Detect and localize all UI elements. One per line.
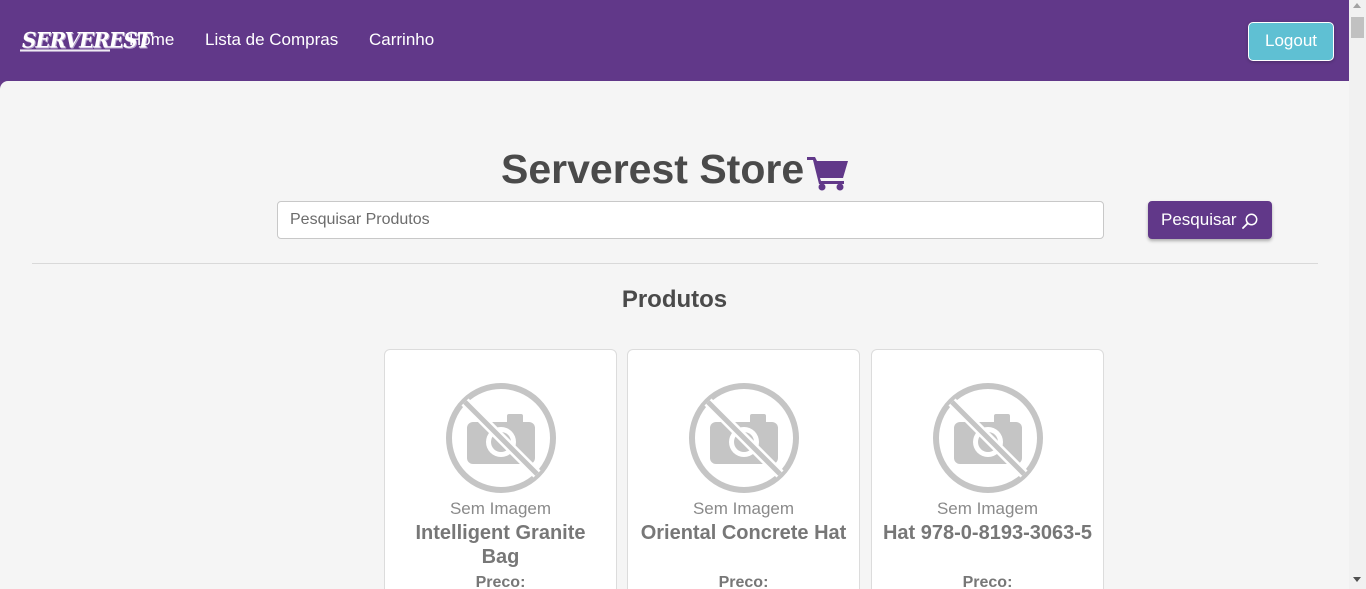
- product-name: Oriental Concrete Hat: [640, 522, 847, 544]
- nav-link-lista-de-compras[interactable]: Lista de Compras: [205, 30, 338, 50]
- search-input[interactable]: [277, 201, 1104, 239]
- no-image-label: Sem Imagem: [936, 499, 1039, 518]
- search-button[interactable]: Pesquisar: [1148, 201, 1272, 239]
- no-image-icon: [933, 383, 1043, 493]
- nav-link-home[interactable]: Home: [129, 30, 174, 50]
- product-name: Hat 978-0-8193-3063-5: [882, 522, 1093, 544]
- no-image-label: Sem Imagem: [692, 499, 795, 518]
- page-title: Serverest Store: [501, 146, 805, 192]
- product-card[interactable]: Sem Imagem Hat 978-0-8193-3063-5 Preco:: [871, 349, 1104, 589]
- product-card[interactable]: Sem Imagem Oriental Concrete Hat Preco:: [627, 349, 860, 589]
- vertical-scrollbar[interactable]: [1349, 0, 1366, 589]
- product-price-label: Preco:: [718, 574, 769, 589]
- scroll-thumb[interactable]: [1351, 17, 1364, 38]
- product-price-label: Preco:: [475, 574, 526, 589]
- cart-icon: [807, 157, 848, 191]
- no-image-icon: [446, 383, 556, 493]
- scroll-down-arrow-icon[interactable]: [1353, 577, 1361, 582]
- top-navbar: SERVEREST Home Lista de Compras Carrinho…: [0, 0, 1349, 81]
- no-image-label: Sem Imagem: [449, 499, 552, 518]
- product-card[interactable]: Sem Imagem Intelligent Granite Bag Preco…: [384, 349, 617, 589]
- serverest-logo[interactable]: SERVEREST: [20, 26, 152, 53]
- no-image-icon: [689, 383, 799, 493]
- main-content: Serverest Store Pesquisar Produtos Sem I…: [0, 81, 1349, 589]
- scroll-up-arrow-icon[interactable]: [1353, 3, 1361, 8]
- search-button-label: Pesquisar: [1161, 210, 1237, 229]
- divider: [32, 263, 1318, 264]
- section-title-produtos: Produtos: [621, 286, 728, 313]
- search-icon: [1242, 213, 1258, 229]
- logout-button[interactable]: Logout: [1248, 22, 1334, 61]
- nav-link-carrinho[interactable]: Carrinho: [369, 30, 434, 50]
- product-name: Intelligent Granite Bag: [415, 522, 586, 568]
- product-price-label: Preco:: [962, 574, 1013, 589]
